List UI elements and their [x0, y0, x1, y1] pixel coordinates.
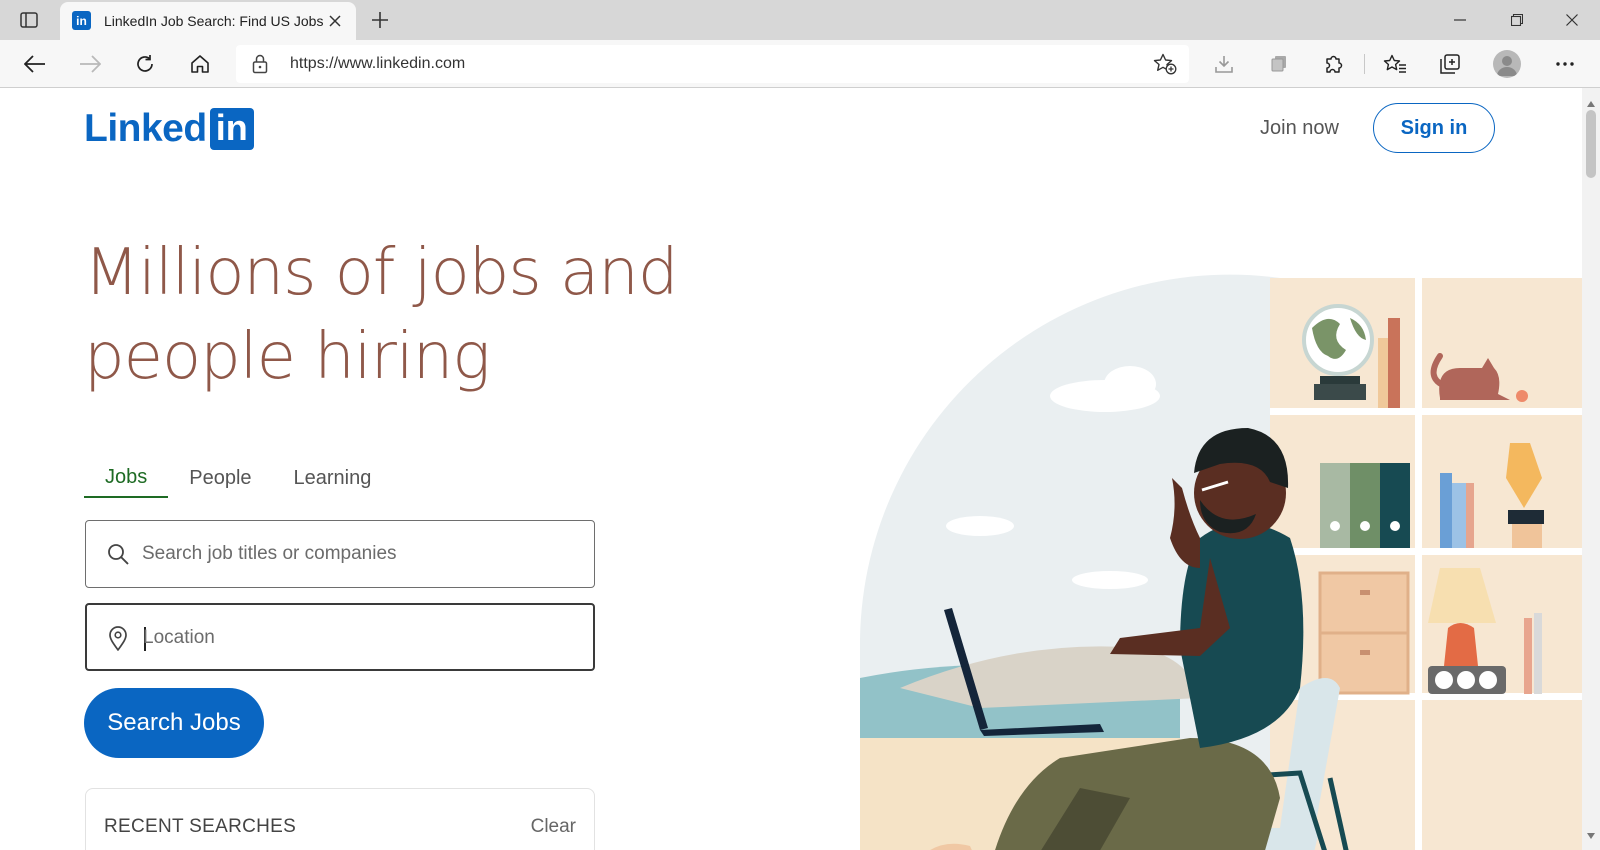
linkedin-favicon-icon: in — [72, 11, 91, 30]
logo-wordmark: Linked — [84, 107, 207, 150]
recent-searches-title: RECENT SEARCHES — [104, 816, 297, 837]
back-icon[interactable] — [20, 50, 50, 78]
profile-avatar-icon[interactable] — [1493, 50, 1521, 78]
browser-tabstrip: in LinkedIn Job Search: Find US Jobs — [0, 0, 1600, 40]
headline-line-1: Millions of jobs and — [84, 236, 678, 310]
logo-in-box: in — [209, 107, 254, 150]
scroll-thumb[interactable] — [1586, 110, 1596, 178]
new-tab-button[interactable] — [368, 8, 392, 32]
favorites-icon[interactable] — [1380, 50, 1410, 78]
location-field[interactable] — [85, 603, 595, 671]
puzzle-icon[interactable] — [1319, 50, 1349, 78]
toolbar-separator — [1364, 54, 1365, 74]
add-favorite-icon[interactable] — [1153, 53, 1177, 80]
keywords-input[interactable] — [142, 537, 572, 571]
forward-icon[interactable] — [75, 50, 105, 78]
minimize-icon[interactable] — [1440, 8, 1480, 32]
refresh-icon[interactable] — [130, 50, 160, 78]
home-icon[interactable] — [185, 50, 215, 78]
page-scrollbar[interactable] — [1582, 88, 1600, 850]
join-now-link[interactable]: Join now — [1260, 117, 1339, 140]
close-window-icon[interactable] — [1552, 8, 1592, 32]
search-icon — [106, 542, 130, 571]
extensions-collection-icon[interactable] — [1264, 50, 1294, 78]
tab-jobs[interactable]: Jobs — [84, 458, 169, 498]
address-bar[interactable]: https://www.linkedin.com — [236, 45, 1189, 83]
location-input[interactable] — [143, 621, 573, 655]
restore-icon[interactable] — [1497, 8, 1537, 32]
tab-actions-icon[interactable] — [14, 9, 44, 31]
hero-headline: Millions of jobs and people hiring — [84, 231, 764, 399]
more-options-icon[interactable] — [1550, 50, 1580, 78]
page-content: Linked in Join now Sign in Millions of j… — [0, 88, 1582, 850]
close-tab-icon[interactable] — [326, 12, 344, 30]
downloads-icon[interactable] — [1209, 50, 1239, 78]
url-text[interactable]: https://www.linkedin.com — [290, 55, 465, 73]
browser-tab-linkedin[interactable]: in LinkedIn Job Search: Find US Jobs — [60, 2, 356, 40]
tab-people[interactable]: People — [168, 458, 272, 498]
tab-learning[interactable]: Learning — [273, 458, 393, 498]
keywords-field[interactable] — [85, 520, 595, 588]
lock-icon[interactable] — [252, 54, 268, 79]
recent-searches-clear-link[interactable]: Clear — [531, 816, 576, 838]
browser-toolbar: https://www.linkedin.com — [0, 40, 1600, 88]
linkedin-logo[interactable]: Linked in — [84, 107, 254, 151]
hero-illustration — [860, 274, 1582, 850]
headline-line-2: people hiring — [84, 320, 491, 394]
sign-in-button[interactable]: Sign in — [1373, 103, 1495, 153]
search-tabs: Jobs People Learning — [84, 458, 392, 498]
scroll-down-icon[interactable] — [1587, 826, 1595, 844]
collections-icon[interactable] — [1435, 50, 1465, 78]
search-jobs-button[interactable]: Search Jobs — [84, 688, 264, 758]
recent-searches-panel: RECENT SEARCHES Clear — [85, 788, 595, 850]
location-pin-icon — [107, 626, 129, 657]
